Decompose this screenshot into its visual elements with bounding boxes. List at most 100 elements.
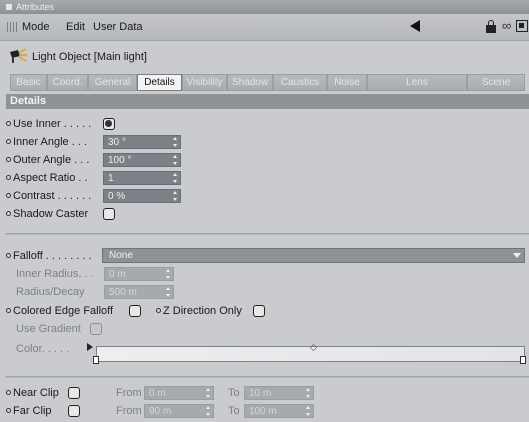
use-gradient-checkbox[interactable] [90,323,102,335]
color-label: Color. . . . . [16,343,70,355]
far-to-field[interactable]: 100 m [244,404,314,418]
near-from-label: From [116,387,142,399]
tab-coord[interactable]: Coord. [47,74,88,91]
outer-angle-row: Outer Angle . . . 100 ° [6,152,306,168]
gradient-knot-right[interactable] [520,356,526,364]
shadow-caster-row: Shadow Caster [6,206,306,222]
inner-angle-field[interactable]: 30 ° [103,135,181,149]
falloff-label: Falloff . . . . . . . . [13,250,92,262]
radius-decay-field[interactable]: 500 m [104,285,174,299]
aspect-ratio-row: Aspect Ratio . . 1 [6,170,306,186]
window-titlebar: Attributes [0,0,529,14]
inner-angle-value: 30 ° [108,137,126,148]
section-divider [6,233,529,235]
colored-edge-checkbox[interactable] [129,305,141,317]
tab-scene[interactable]: Scene [467,74,525,91]
gradient-midpoint-icon[interactable]: ◇ [310,342,317,353]
window-title: Attributes [16,2,55,12]
object-title: Light Object [Main light] [32,51,147,63]
new-window-icon[interactable] [516,20,528,32]
near-from-value: 0 m [149,388,166,399]
spinner-icon[interactable] [166,287,171,297]
colored-edge-label: Colored Edge Falloff [13,305,114,317]
use-gradient-label: Use Gradient [16,323,81,335]
aspect-ratio-field[interactable]: 1 [103,171,181,185]
grip-handle[interactable] [7,22,17,32]
far-clip-checkbox[interactable] [68,405,80,417]
section-divider [6,376,529,378]
menu-bar: Mode Edit User Data ∞ [0,14,529,41]
use-gradient-row: Use Gradient [16,321,216,337]
spinner-icon[interactable] [173,191,178,201]
z-direction-checkbox[interactable] [253,305,265,317]
menu-mode[interactable]: Mode [22,21,50,33]
spinner-icon[interactable] [206,388,211,398]
tab-visibility[interactable]: Visibility [182,74,227,91]
near-to-field[interactable]: 10 m [244,386,314,400]
spinner-icon[interactable] [306,388,311,398]
falloff-value: None [109,250,133,261]
lock-icon[interactable] [486,20,496,33]
far-to-value: 100 m [249,406,277,417]
near-from-field[interactable]: 0 m [144,386,214,400]
tab-shadow[interactable]: Shadow [227,74,273,91]
shadow-caster-label: Shadow Caster [13,208,89,220]
tab-details[interactable]: Details [137,74,182,91]
tab-noise[interactable]: Noise [327,74,367,91]
falloff-dropdown[interactable]: None [102,248,525,263]
inner-radius-field[interactable]: 0 m [104,267,174,281]
falloff-row: Falloff . . . . . . . . [6,248,106,264]
use-inner-label: Use Inner . . . . . [13,118,92,130]
tab-caustics[interactable]: Caustics [273,74,327,91]
param-dot-icon[interactable] [6,139,11,144]
spinner-icon[interactable] [306,406,311,416]
tab-strip: Basic Coord. General Details Visibility … [10,74,525,91]
radius-decay-value: 500 m [109,287,137,298]
menu-edit[interactable]: Edit [66,21,85,33]
tab-lens[interactable]: Lens [367,74,467,91]
link-icon[interactable]: ∞ [502,18,511,33]
use-inner-checkbox[interactable] [103,118,115,130]
expand-arrow-icon[interactable] [87,343,93,351]
far-from-field[interactable]: 90 m [144,404,214,418]
contrast-field[interactable]: 0 % [103,189,181,203]
far-clip-label: Far Clip [13,405,52,417]
shadow-caster-checkbox[interactable] [103,208,115,220]
spinner-icon[interactable] [173,173,178,183]
outer-angle-label: Outer Angle . . . [13,154,90,166]
param-dot-icon[interactable] [6,193,11,198]
param-dot-icon[interactable] [6,308,11,313]
near-clip-row: Near Clip From 0 m To 10 m [6,385,406,401]
z-direction-label: Z Direction Only [163,305,242,317]
light-object-icon [10,48,27,63]
spinner-icon[interactable] [173,137,178,147]
param-dot-icon[interactable] [156,308,161,313]
tab-basic[interactable]: Basic [10,74,47,91]
window-icon [6,4,12,10]
param-dot-icon[interactable] [6,390,11,395]
menu-user-data[interactable]: User Data [93,21,143,33]
section-header-details: Details [6,94,529,109]
back-arrow-icon[interactable] [410,20,420,32]
color-row: Color. . . . . [16,341,96,357]
spinner-icon[interactable] [173,155,178,165]
param-dot-icon[interactable] [6,175,11,180]
use-inner-row: Use Inner . . . . . [6,116,306,132]
param-dot-icon[interactable] [6,253,11,258]
param-dot-icon[interactable] [6,121,11,126]
inner-radius-row: Inner Radius. . . 0 m [16,266,216,282]
contrast-row: Contrast . . . . . . 0 % [6,188,306,204]
param-dot-icon[interactable] [6,157,11,162]
near-clip-checkbox[interactable] [68,387,80,399]
gradient-knot-left[interactable] [93,356,99,364]
param-dot-icon[interactable] [6,211,11,216]
aspect-ratio-value: 1 [108,173,114,184]
chevron-down-icon [513,253,521,258]
contrast-label: Contrast . . . . . . [13,190,92,202]
tab-general[interactable]: General [88,74,137,91]
spinner-icon[interactable] [206,406,211,416]
far-from-label: From [116,405,142,417]
param-dot-icon[interactable] [6,408,11,413]
spinner-icon[interactable] [166,269,171,279]
outer-angle-field[interactable]: 100 ° [103,153,181,167]
